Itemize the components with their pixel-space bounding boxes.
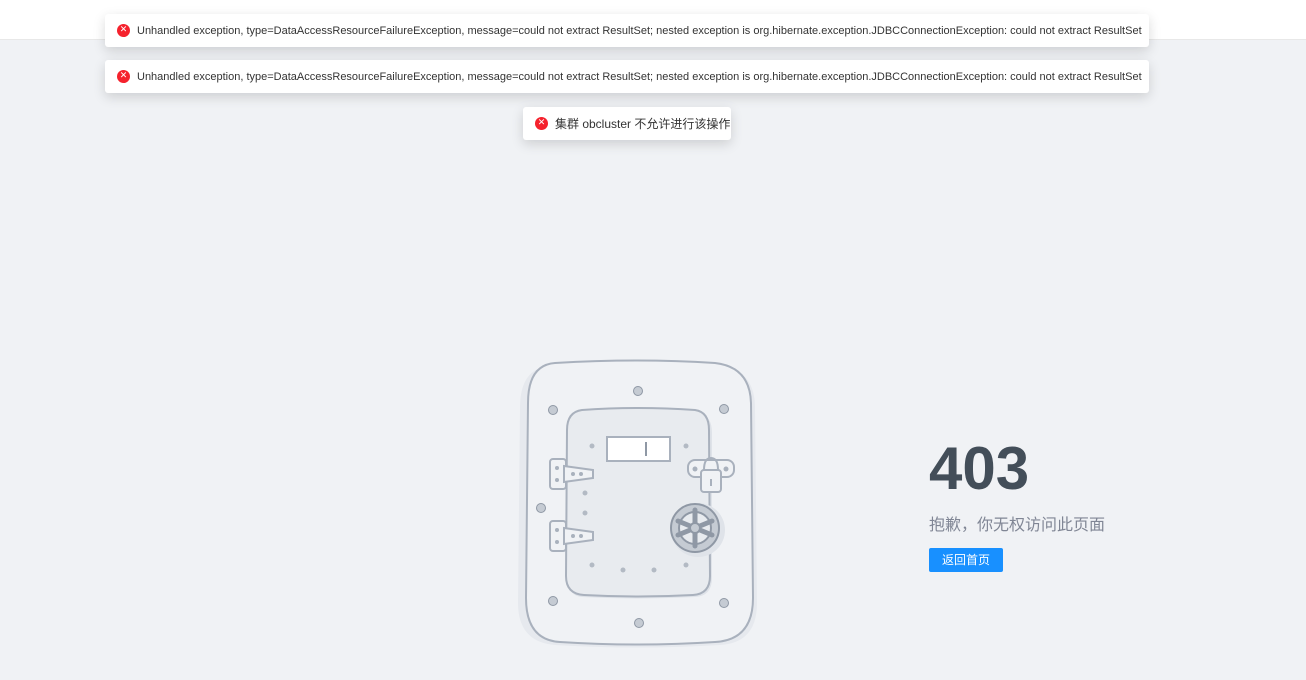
error-notification: ✕ Unhandled exception, type=DataAccessRe… [105, 60, 1149, 93]
error-notification: ✕ 集群 obcluster 不允许进行该操作 [523, 107, 731, 140]
notification-text: 集群 obcluster 不允许进行该操作 [555, 117, 731, 131]
error-notification: ✕ Unhandled exception, type=DataAccessRe… [105, 14, 1149, 47]
locked-door-illustration [510, 358, 765, 653]
error-icon: ✕ [535, 117, 548, 130]
notification-text: Unhandled exception, type=DataAccessReso… [137, 24, 1142, 37]
back-home-button[interactable]: 返回首页 [929, 548, 1004, 572]
error-icon: ✕ [117, 24, 130, 37]
error-code: 403 [929, 435, 1030, 502]
error-message: 抱歉，你无权访问此页面 [929, 515, 1106, 534]
notification-text: Unhandled exception, type=DataAccessReso… [137, 70, 1142, 83]
error-icon: ✕ [117, 70, 130, 83]
error-info: 403 抱歉，你无权访问此页面 返回首页 [929, 436, 1105, 572]
